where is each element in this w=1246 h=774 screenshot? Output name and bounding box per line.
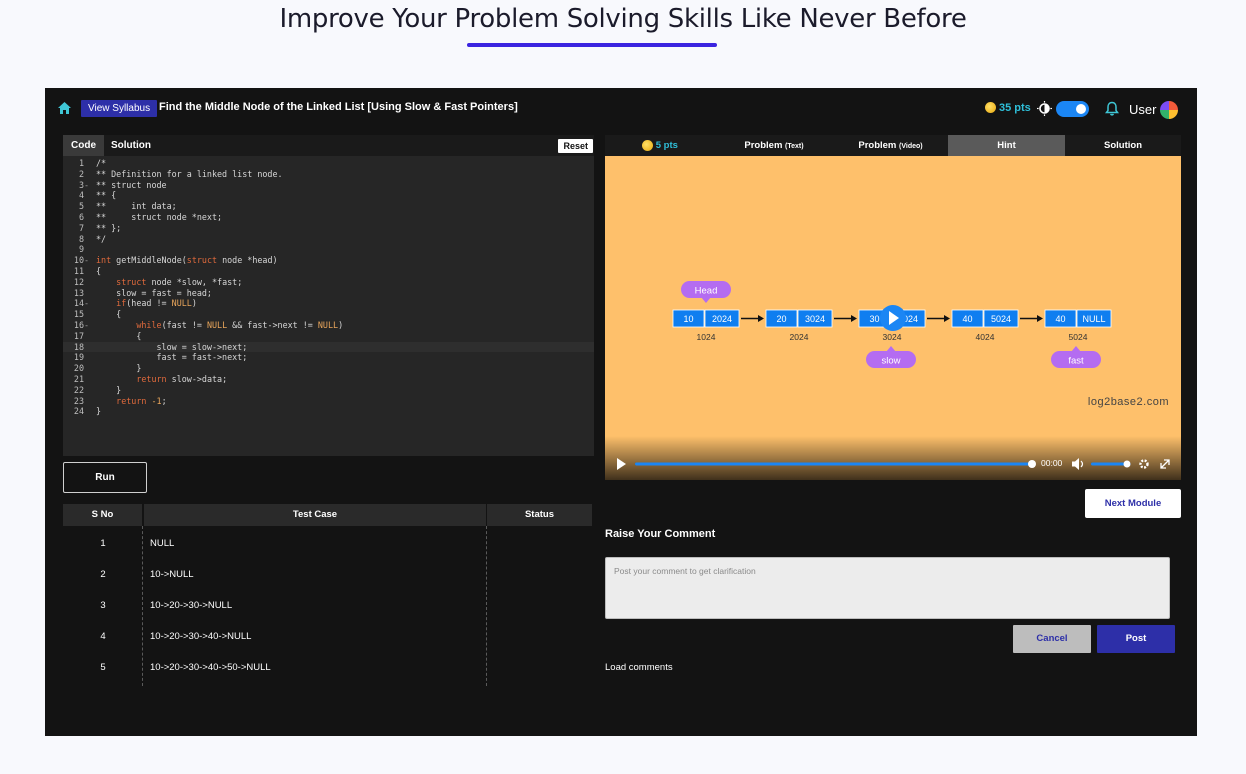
- view-syllabus-button[interactable]: View Syllabus: [81, 100, 158, 117]
- code-line[interactable]: 11{: [63, 266, 594, 277]
- fullscreen-icon[interactable]: [1160, 459, 1170, 469]
- code-line[interactable]: 8 */: [63, 234, 594, 245]
- code-line[interactable]: 17 {: [63, 331, 594, 342]
- seek-progress: [635, 462, 1032, 466]
- test-case-value: 10->20->30->40->50->NULL: [150, 662, 271, 673]
- tab-points: 5 pts: [605, 135, 715, 156]
- code-line[interactable]: 20 }: [63, 363, 594, 374]
- code-line[interactable]: 19 fast = fast->next;: [63, 352, 594, 363]
- code-line[interactable]: 9: [63, 244, 594, 255]
- next-module-button[interactable]: Next Module: [1085, 489, 1181, 518]
- coin-icon: [985, 101, 996, 113]
- video-player[interactable]: 10 2024 1024 20 3024 2024 30 4024 3024 40 5024 4024…: [605, 156, 1181, 480]
- code-line[interactable]: 21 return slow->data;: [63, 374, 594, 385]
- tab-hint[interactable]: Hint: [948, 135, 1065, 156]
- test-case-number: 1: [100, 538, 106, 549]
- code-editor[interactable]: 1/* 2 ** Definition for a linked list node…: [63, 156, 594, 456]
- tab-problem-video[interactable]: Problem (Video): [833, 135, 948, 156]
- code-line[interactable]: 12 struct node *slow, *fast;: [63, 277, 594, 288]
- code-line[interactable]: 16- while(fast != NULL && fast->next != …: [63, 320, 594, 331]
- test-case-value: 10->NULL: [150, 569, 194, 580]
- comment-title: Raise Your Comment: [605, 528, 716, 540]
- code-line[interactable]: 18 slow = slow->next;: [63, 341, 594, 353]
- col-header-status: Status: [487, 504, 592, 526]
- volume-level: [1091, 462, 1127, 466]
- code-line[interactable]: 5 ** int data;: [63, 201, 594, 212]
- editor-tabs: Code Solution Reset: [63, 135, 594, 156]
- table-row: 1 NULL: [63, 528, 593, 559]
- tab-solution-video[interactable]: Solution: [1065, 135, 1181, 156]
- code-line[interactable]: 7 ** };: [63, 223, 594, 234]
- code-line[interactable]: 4 ** {: [63, 190, 594, 201]
- heading-underline: [467, 43, 717, 47]
- code-line[interactable]: 1/*: [63, 158, 594, 169]
- code-line[interactable]: 13 slow = fast = head;: [63, 288, 594, 299]
- tab-code[interactable]: Code: [63, 135, 104, 156]
- tab-problem-video-sub: (Video): [899, 143, 923, 150]
- comment-input[interactable]: [605, 557, 1170, 619]
- tab-points-value: 5 pts: [655, 140, 678, 151]
- home-icon[interactable]: [57, 101, 72, 115]
- content-tabs: 5 pts Problem (Text) Problem (Video) Hin…: [605, 135, 1181, 156]
- code-line[interactable]: 23 return -1;: [63, 396, 594, 407]
- points-value: 35 pts: [999, 102, 1031, 114]
- user-label[interactable]: User: [1129, 102, 1156, 117]
- volume-icon[interactable]: [1072, 458, 1079, 470]
- test-case-number: 3: [100, 600, 106, 611]
- cancel-button[interactable]: Cancel: [1013, 625, 1091, 653]
- settings-icon[interactable]: [1139, 459, 1149, 469]
- load-comments-link[interactable]: Load comments: [605, 662, 673, 673]
- problem-title: Find the Middle Node of the Linked List …: [159, 101, 518, 113]
- col-header-test-case: Test Case: [144, 504, 486, 526]
- code-line[interactable]: 22 }: [63, 385, 594, 396]
- bell-icon[interactable]: [1105, 101, 1119, 116]
- reset-button[interactable]: Reset: [558, 139, 593, 153]
- test-case-number: 5: [100, 662, 106, 673]
- test-case-value: NULL: [150, 538, 175, 549]
- code-line[interactable]: 24}: [63, 406, 594, 417]
- video-controls: [617, 458, 1170, 470]
- table-row: 2 10->NULL: [63, 559, 593, 590]
- tab-problem-text-sub: (Text): [785, 143, 804, 150]
- page-heading: Improve Your Problem Solving Skills Like…: [279, 4, 967, 34]
- coin-icon: [642, 139, 654, 151]
- test-case-number: 2: [100, 569, 106, 580]
- code-line[interactable]: 15 {: [63, 309, 594, 320]
- play-icon[interactable]: [617, 458, 626, 470]
- table-row: 4 10->20->30->40->NULL: [63, 621, 593, 652]
- tab-problem-text-label: Problem: [744, 140, 783, 151]
- table-row: 5 10->20->30->40->50->NULL: [63, 652, 593, 683]
- tab-solution[interactable]: Solution: [111, 135, 151, 156]
- table-row: 3 10->20->30->NULL: [63, 590, 593, 621]
- run-button[interactable]: Run: [63, 462, 147, 493]
- video-time: 00:00: [1041, 458, 1063, 468]
- avatar[interactable]: [1160, 101, 1178, 119]
- tab-problem-text[interactable]: Problem (Text): [715, 135, 833, 156]
- test-case-value: 10->20->30->40->NULL: [150, 631, 252, 642]
- theme-icon[interactable]: [1037, 101, 1052, 116]
- code-line[interactable]: 3- ** struct node: [63, 180, 594, 191]
- code-line[interactable]: 14- if(head != NULL): [63, 298, 594, 309]
- toggle-knob: [1076, 104, 1086, 114]
- tab-problem-video-label: Problem: [858, 140, 897, 151]
- post-button[interactable]: Post: [1097, 625, 1175, 653]
- code-line[interactable]: 10- int getMiddleNode(struct node *head): [63, 255, 594, 266]
- col-header-sno: S No: [63, 504, 142, 526]
- test-case-number: 4: [100, 631, 106, 642]
- top-bar: View Syllabus Find the Middle Node of th…: [45, 88, 1197, 128]
- volume-wave: [1080, 460, 1084, 468]
- volume-handle[interactable]: [1123, 460, 1131, 468]
- seek-handle[interactable]: [1028, 460, 1036, 468]
- code-line[interactable]: 6 ** struct node *next;: [63, 212, 594, 223]
- app-window: View Syllabus Find the Middle Node of th…: [45, 88, 1197, 736]
- points-display: 35 pts: [985, 101, 1031, 114]
- test-case-value: 10->20->30->NULL: [150, 600, 233, 611]
- code-line[interactable]: 2 ** Definition for a linked list node.: [63, 169, 594, 180]
- theme-toggle[interactable]: [1056, 101, 1089, 117]
